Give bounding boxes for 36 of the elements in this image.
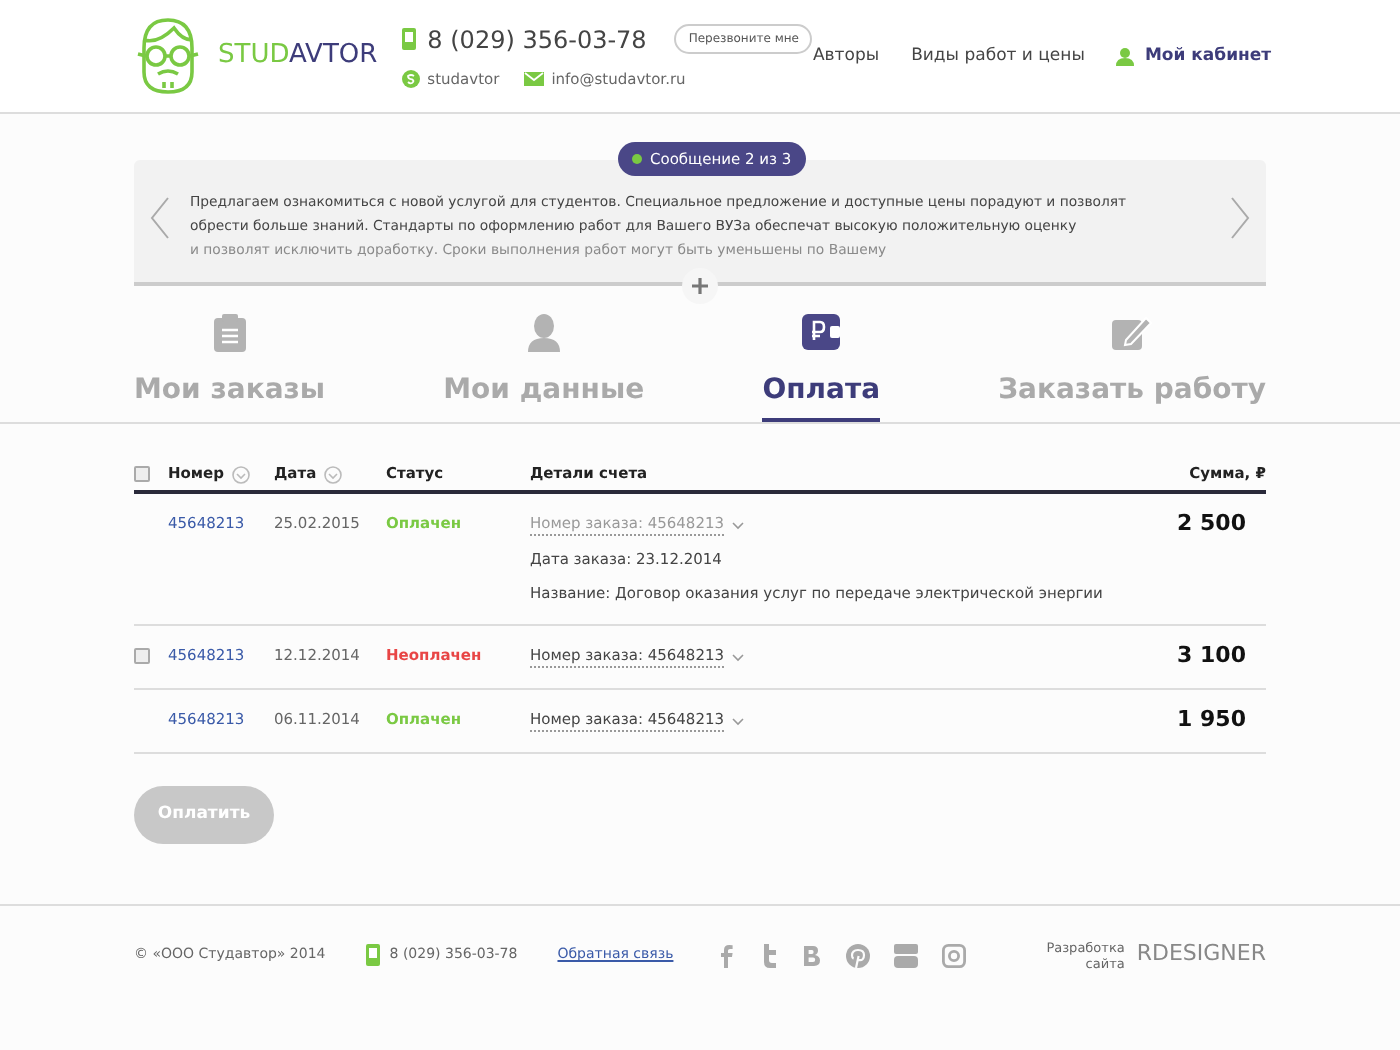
chevron-right-icon [1230,196,1250,240]
instagram-icon [941,943,966,967]
nav-link[interactable]: Виды работ и цены [911,43,1085,69]
checkbox[interactable] [134,648,150,664]
form-pencil-icon [1112,314,1153,350]
invoice-sum: 2 500 [1177,512,1248,536]
person-icon [527,314,560,352]
sort-icon [324,465,343,483]
clipboard-icon [213,314,246,352]
wallet-icon [802,314,841,350]
expand-button[interactable] [682,268,718,304]
logo-text: STUDAVTOR [218,38,378,75]
vk-icon [801,943,822,967]
envelope-icon [523,72,544,86]
developer-logo-text: RDESIGNER [1136,938,1266,971]
phone-icon [365,944,380,966]
phone-icon [401,28,416,51]
mascot-logo-icon [134,16,202,96]
twitter-icon [759,943,778,967]
pinterest-icon [845,943,870,967]
skype-icon [401,70,420,88]
facebook-icon [717,943,736,967]
invoice-sum: 3 100 [1177,644,1248,668]
invoice-sum: 1 950 [1177,708,1248,732]
account-link[interactable]: Мой кабинет [1116,43,1272,69]
checkbox[interactable] [134,466,150,482]
tab[interactable]: Оплата [762,314,881,422]
sort-icon [232,465,251,483]
nav-link[interactable]: Авторы [812,43,880,69]
user-icon [1116,47,1135,65]
phone-number: 8 (029) 356-03-78 [427,23,647,58]
chevron-left-icon [150,196,170,240]
caret-icon [732,717,745,725]
caret-icon [732,521,745,529]
plus-icon [692,278,708,294]
caret-icon [732,653,745,661]
